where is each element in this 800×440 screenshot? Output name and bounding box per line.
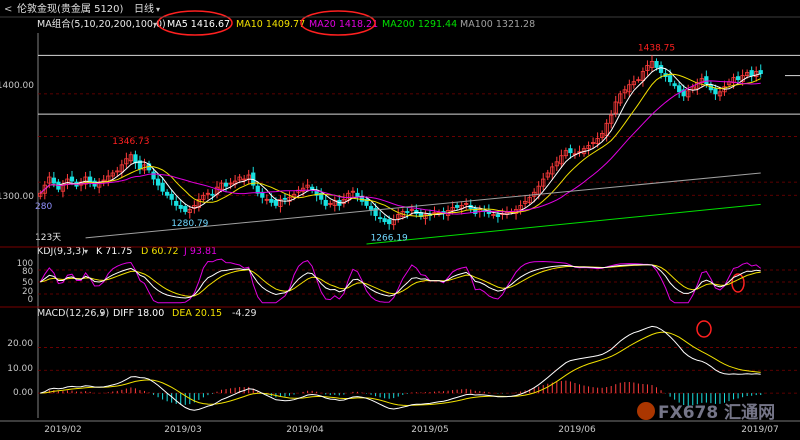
candle-body <box>677 85 682 93</box>
kdj-highlight-circle <box>731 273 745 293</box>
candle-body <box>183 206 188 212</box>
instrument-title: 伦敦金现(贵金属 5120) <box>17 2 124 15</box>
macd-dea-legend: DEA 20.15 <box>172 308 222 319</box>
candle-body <box>672 83 677 87</box>
candle-body <box>758 70 763 74</box>
candle-body <box>178 205 183 209</box>
price-annotation: 1346.73 <box>112 137 149 147</box>
kdj-d-legend: D 60.72 <box>141 246 179 257</box>
ma200-legend: MA200 1291.44 <box>382 19 457 30</box>
candle-body <box>387 219 392 225</box>
price-ytick: 1400.00 <box>0 81 34 91</box>
ma20-line <box>39 80 761 215</box>
kdj-legend-label: KDJ(9,3,3) <box>37 246 85 257</box>
ma20-legend: MA20 1418.21 <box>309 19 378 30</box>
candle-body <box>667 75 673 83</box>
stock-chart[interactable]: < 伦敦金现(贵金属 5120) 日线 ▾ MA组合(5,10,20,200,1… <box>0 0 800 436</box>
x-date-label: 2019/03 <box>164 425 201 435</box>
x-date-label: 2019/07 <box>741 425 778 435</box>
watermark: FX678 汇通网 <box>637 402 775 423</box>
macd-ytick: 20.00 <box>7 339 33 349</box>
kdj-j-legend: J 93.81 <box>183 246 217 257</box>
macd-legend-label: MACD(12,26,9) <box>37 308 109 319</box>
macd-diff-line <box>40 325 761 411</box>
chart-window: < 伦敦金现(贵金属 5120) 日线 ▾ MA组合(5,10,20,200,1… <box>0 0 800 436</box>
price-annotation: 1266.19 <box>371 234 408 244</box>
ma10-legend: MA10 1409.77 <box>236 19 305 30</box>
window-days-label: 123天 <box>35 233 61 243</box>
watermark-text: FX678 汇通网 <box>658 403 775 423</box>
candle-body <box>495 214 501 217</box>
candle-body <box>282 197 288 200</box>
candle-body <box>368 206 374 210</box>
macd-dea-line <box>40 331 761 407</box>
period-selector[interactable]: 日线 <box>134 2 154 15</box>
price-annotation: 1438.75 <box>638 44 675 54</box>
candle-body <box>51 177 56 184</box>
macd-dropdown-icon[interactable]: ▾ <box>100 309 104 318</box>
kdj-dropdown-icon[interactable]: ▾ <box>84 247 88 256</box>
macd-highlight-circle <box>696 320 712 338</box>
candle-body <box>69 176 75 182</box>
candle-body <box>355 192 360 197</box>
x-date-label: 2019/06 <box>558 425 596 435</box>
period-dropdown-icon[interactable]: ▾ <box>156 5 160 14</box>
macd-ytick: 10.00 <box>7 364 33 374</box>
candle-body <box>174 200 179 206</box>
candle-body <box>269 198 274 203</box>
price-ytick: 1300.00 <box>0 192 34 202</box>
kdj-ytick: 80 <box>22 267 33 277</box>
candle-body <box>323 199 328 206</box>
candle-body <box>405 211 410 213</box>
candle-body <box>273 199 279 206</box>
candle-body <box>223 182 229 187</box>
macd-ytick: 0.00 <box>13 388 33 398</box>
ma5-legend: MA5 1416.67 <box>167 19 230 30</box>
candle-body <box>155 178 161 186</box>
candle-body <box>749 70 754 77</box>
candle-body <box>382 218 387 223</box>
candle-body <box>735 76 741 81</box>
candle-body <box>658 65 664 73</box>
ma-legend-label: MA组合(5,10,20,200,100,0) <box>37 18 166 30</box>
ma100-legend: MA100 1321.28 <box>460 19 535 30</box>
candle-body <box>169 193 174 200</box>
macd-hist-legend: -4.29 <box>232 308 257 319</box>
candle-body <box>704 76 709 85</box>
ma-dropdown-icon[interactable]: ▾ <box>153 20 157 29</box>
kdj-ytick: 0 <box>28 295 33 305</box>
candle-body <box>377 217 383 220</box>
candle-body <box>133 154 138 164</box>
x-date-label: 2019/05 <box>411 425 448 435</box>
x-date-label: 2019/02 <box>44 425 81 435</box>
candle-body <box>455 205 460 208</box>
candle-body <box>160 182 165 192</box>
x-date-label: 2019/04 <box>286 425 324 435</box>
kdj-k-legend: K 71.75 <box>96 246 132 257</box>
candle-body <box>713 88 718 95</box>
candle-body <box>654 61 659 68</box>
candle-body <box>210 193 215 196</box>
watermark-logo-icon <box>637 402 655 420</box>
chart-marks: 1346.73 1280.79 1266.19 1438.75 <box>0 16 800 422</box>
candle-body <box>165 191 170 196</box>
macd-diff-legend: DIFF 18.00 <box>113 308 164 319</box>
candle-body <box>151 171 156 180</box>
candle-body <box>568 148 573 154</box>
back-icon[interactable]: < <box>4 4 12 15</box>
price-annotation: 1280.79 <box>171 219 208 229</box>
